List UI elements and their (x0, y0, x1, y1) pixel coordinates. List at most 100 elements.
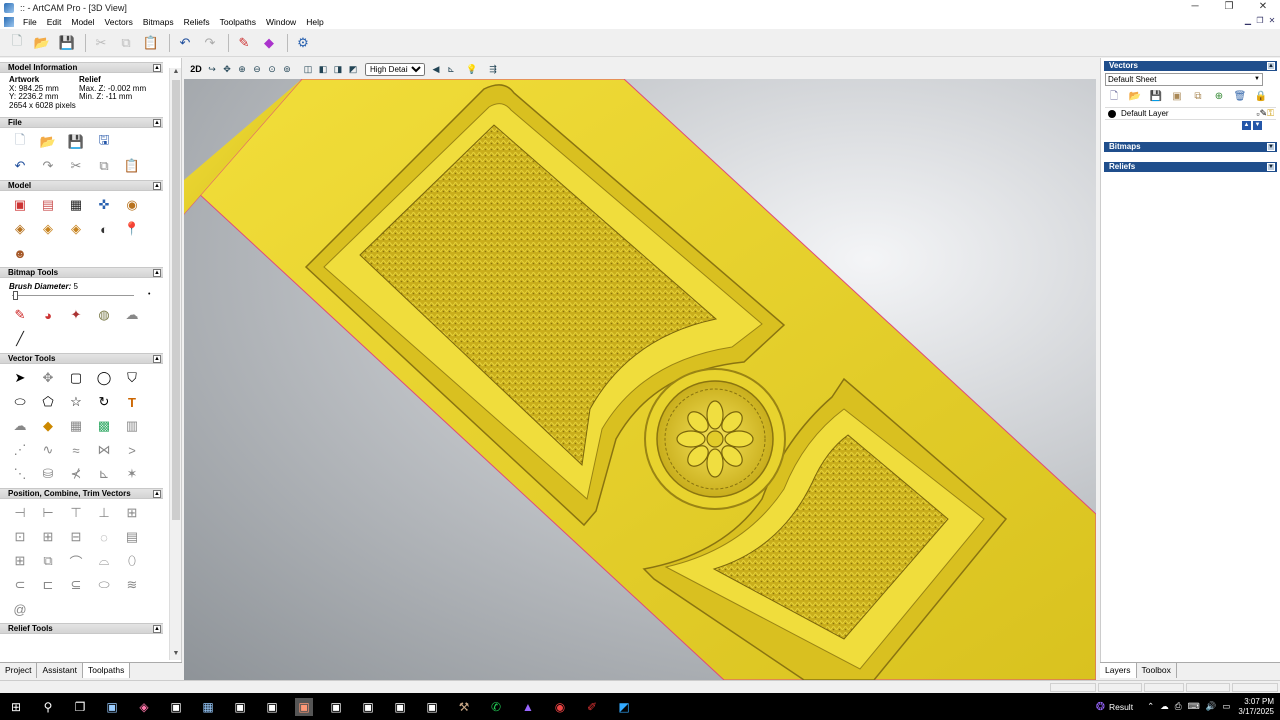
rotate-view-icon[interactable]: ↪ (205, 62, 219, 76)
expand-arrow-icon[interactable]: ▼ (1267, 163, 1275, 171)
chevron-icon[interactable]: > (122, 440, 142, 460)
artcam-logo-icon[interactable]: ▲ (519, 698, 537, 716)
move-layer-up-icon[interactable]: ▲ (1242, 121, 1251, 130)
lightbulb-icon[interactable]: 💡 (465, 62, 479, 76)
align-top-icon[interactable]: ⊤ (66, 503, 86, 523)
cut-icon[interactable]: ✂ (66, 156, 86, 176)
battery-icon[interactable]: ▭ (1222, 701, 1230, 712)
bitmap-tools-header[interactable]: Bitmap Tools ▲ (0, 267, 163, 278)
taskbar-app-icon[interactable]: ▣ (391, 698, 409, 716)
taskbar-app-icon[interactable]: ▣ (167, 698, 185, 716)
spray-icon[interactable]: ✦ (66, 305, 86, 325)
circle-icon[interactable]: ◯ (94, 368, 114, 388)
windows-start-icon[interactable]: ⊞ (7, 698, 25, 716)
paint-app-icon[interactable]: ◩ (615, 698, 633, 716)
bitmaps-header[interactable]: Bitmaps ▼ (1104, 142, 1277, 152)
sheet-select[interactable]: Default Sheet ▼ (1105, 73, 1263, 86)
close-button[interactable]: ✕ (1246, 0, 1280, 15)
building-icon[interactable]: ▥ (122, 416, 142, 436)
node-edit-icon[interactable]: ⋰ (10, 440, 30, 460)
rectangle-icon[interactable]: ▢ (66, 368, 86, 388)
side-view-icon[interactable]: ◨ (331, 62, 345, 76)
align-bottom-icon[interactable]: ⊥ (94, 503, 114, 523)
scroll-down-icon[interactable]: ▼ (170, 650, 181, 660)
smooth-icon[interactable]: ∿ (38, 440, 58, 460)
layer-copy-icon[interactable]: ⧉ (1191, 90, 1205, 104)
taskbar-app-icon[interactable]: ▣ (231, 698, 249, 716)
save-as-icon[interactable]: 🖫 (94, 132, 114, 152)
center-page-icon[interactable]: ⊞ (38, 527, 58, 547)
model-information-header[interactable]: Model Information ▲ (0, 62, 163, 73)
trim-icon[interactable]: ⊀ (66, 464, 86, 484)
cloud-icon[interactable]: ☁ (122, 305, 142, 325)
cut-icon[interactable]: ✂ (90, 32, 112, 54)
brush-diameter-slider[interactable]: • (12, 291, 152, 301)
menu-window[interactable]: Window (261, 17, 301, 27)
paste-icon[interactable]: 📋 (140, 32, 162, 54)
copy-icon[interactable]: ⧉ (115, 32, 137, 54)
taskbar-app-icon[interactable]: ▣ (103, 698, 121, 716)
cloud-sync-icon[interactable]: ☁ (1160, 701, 1169, 712)
redo-icon[interactable]: ↷ (38, 156, 58, 176)
color-blend-icon[interactable]: ◍ (94, 305, 114, 325)
polyline-icon[interactable]: ⛉ (122, 368, 142, 388)
line-tool-icon[interactable]: ╱ (10, 329, 30, 349)
fillet-icon[interactable]: ⊂ (10, 575, 30, 595)
layer-merge-icon[interactable]: ⊕ (1212, 90, 1226, 104)
volume-icon[interactable]: 🔊 (1206, 701, 1217, 712)
pan-icon[interactable]: ✥ (220, 62, 234, 76)
relief-tools-header[interactable]: Relief Tools ▲ (0, 623, 163, 634)
weather-icon[interactable]: ❂ (1096, 700, 1105, 713)
shade-icon[interactable]: ◀ (429, 62, 443, 76)
slider-thumb[interactable] (13, 291, 18, 300)
collapse-arrow-icon[interactable]: ▲ (153, 490, 161, 498)
polygon-icon[interactable]: ⬠ (38, 392, 58, 412)
align-left-icon[interactable]: ⊣ (10, 503, 30, 523)
model-size-icon[interactable]: ▤ (38, 195, 58, 215)
printer-icon[interactable]: ⎙ (1175, 701, 1182, 712)
zoom-box-icon[interactable]: ⊚ (280, 62, 294, 76)
align-center-icon[interactable]: ⊞ (122, 503, 142, 523)
waves-icon[interactable]: ≋ (122, 575, 142, 595)
grid-icon[interactable]: ▦ (66, 416, 86, 436)
paste-icon[interactable]: 📋 (122, 156, 142, 176)
collapse-arrow-icon[interactable]: ▲ (153, 182, 161, 190)
mdi-restore-icon[interactable]: ❐ (1254, 15, 1266, 27)
arc-icon[interactable]: ↻ (94, 392, 114, 412)
draw-pen-icon[interactable]: ✎ (233, 32, 255, 54)
wave-icon[interactable]: ≈ (66, 440, 86, 460)
minimize-button[interactable]: ─ (1178, 0, 1212, 15)
new-model-icon[interactable]: 🗋 (10, 132, 30, 152)
whatsapp-icon[interactable]: ✆ (487, 698, 505, 716)
rounded-icon[interactable]: ⊆ (66, 575, 86, 595)
toolpath-preview-icon[interactable]: ⇶ (486, 62, 500, 76)
bitmap-export-icon[interactable]: ◈ (66, 219, 86, 239)
pen-app-icon[interactable]: ✐ (583, 698, 601, 716)
bitmap-to-vector-icon[interactable]: ▩ (94, 416, 114, 436)
zoom-fit-icon[interactable]: ⊙ (265, 62, 279, 76)
document-icon[interactable] (4, 17, 14, 27)
left-panel-scrollbar[interactable]: ▲ ▼ (169, 68, 181, 660)
set-origin-icon[interactable]: ✜ (94, 195, 114, 215)
mdi-close-icon[interactable]: ✕ (1266, 15, 1278, 27)
chevron-down-icon[interactable]: ▼ (1252, 74, 1262, 85)
layer-color-swatch[interactable] (1108, 109, 1116, 118)
grayscale-icon[interactable]: ◐ (94, 219, 114, 239)
vectors-header[interactable]: Vectors ▲ (1104, 61, 1277, 71)
scroll-up-icon[interactable]: ▲ (170, 68, 181, 78)
layer-row[interactable]: Default Layer ▫ ✎ ⚿ (1105, 107, 1276, 120)
menu-help[interactable]: Help (301, 17, 328, 27)
menu-reliefs[interactable]: Reliefs (179, 17, 215, 27)
save-icon[interactable]: 💾 (56, 32, 78, 54)
menu-file[interactable]: File (18, 17, 42, 27)
dotted-circle-icon[interactable]: ◌ (94, 527, 114, 547)
walk-icon[interactable]: ⊾ (444, 62, 458, 76)
model-resolution-icon[interactable]: ▣ (10, 195, 30, 215)
task-view-icon[interactable]: ❐ (71, 698, 89, 716)
portrait-icon[interactable]: ☻ (10, 243, 30, 263)
save-model-icon[interactable]: 💾 (66, 132, 86, 152)
eraser-icon[interactable]: ◆ (258, 32, 280, 54)
chevron-up-icon[interactable]: ⌃ (1147, 701, 1154, 712)
pin-icon[interactable]: 📍 (122, 219, 142, 239)
checker-icon[interactable]: ▦ (66, 195, 86, 215)
